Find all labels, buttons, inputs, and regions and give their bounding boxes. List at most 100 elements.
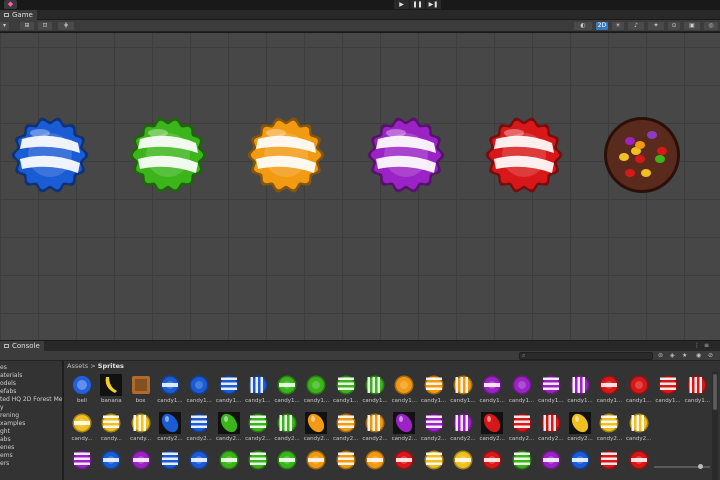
hand-tool-button[interactable]: ▾ [0, 22, 9, 30]
asset-thumbnail[interactable] [481, 449, 503, 471]
asset-thumbnail[interactable] [218, 374, 240, 396]
filter-icon[interactable]: ⊜ [658, 352, 663, 359]
tree-item[interactable]: ems [0, 452, 13, 460]
tree-item[interactable]: abs [0, 436, 11, 444]
star-icon[interactable]: ★ [682, 352, 687, 359]
tree-item[interactable]: enes [0, 444, 14, 452]
asset-thumbnail[interactable] [218, 449, 240, 471]
step-button[interactable]: ▶❚ [426, 0, 441, 9]
breadcrumb-current[interactable]: Sprites [98, 362, 124, 370]
asset-thumbnail[interactable] [540, 449, 562, 471]
rotate-tool-button[interactable]: ⊡ [38, 22, 52, 30]
asset-thumbnail[interactable] [130, 412, 152, 434]
asset-thumbnail[interactable] [393, 449, 415, 471]
asset-thumbnail[interactable] [569, 412, 592, 434]
tree-item[interactable]: rening [0, 412, 19, 420]
tree-item[interactable]: efabs [0, 388, 16, 396]
asset-thumbnail[interactable] [71, 449, 93, 471]
asset-scrollbar[interactable] [712, 372, 718, 480]
asset-thumbnail[interactable] [305, 412, 328, 434]
asset-thumbnail[interactable] [335, 374, 357, 396]
gizmos-dropdown[interactable]: ◎ [704, 22, 718, 30]
asset-thumbnail[interactable] [569, 374, 591, 396]
tree-item[interactable]: ted HQ 2D Forest Med [0, 396, 62, 404]
asset-thumbnail[interactable] [71, 374, 93, 396]
gizmo-icon[interactable]: ⊙ [668, 22, 680, 30]
asset-thumbnail[interactable] [540, 374, 562, 396]
lighting-icon[interactable]: ☀ [612, 22, 624, 30]
asset-thumbnail[interactable] [247, 374, 269, 396]
asset-thumbnail[interactable] [511, 449, 533, 471]
asset-thumbnail[interactable] [686, 374, 708, 396]
asset-thumbnail[interactable] [276, 449, 298, 471]
scrollbar-thumb[interactable] [713, 374, 717, 410]
asset-thumbnail[interactable] [100, 412, 122, 434]
asset-thumbnail[interactable] [335, 449, 357, 471]
eye-icon[interactable]: ◉ [696, 352, 701, 359]
tree-item[interactable]: y [0, 404, 4, 412]
asset-thumbnail[interactable] [628, 449, 650, 471]
asset-thumbnail[interactable] [598, 374, 620, 396]
asset-thumbnail[interactable] [100, 374, 123, 396]
asset-thumbnail[interactable] [130, 449, 152, 471]
asset-thumbnail[interactable] [71, 412, 93, 434]
tree-item[interactable]: aterials [0, 372, 22, 380]
scene-candy-purple[interactable] [367, 117, 445, 193]
pause-button[interactable]: ❚❚ [410, 0, 425, 9]
asset-thumbnail[interactable] [276, 374, 298, 396]
asset-thumbnail[interactable] [188, 374, 210, 396]
asset-thumbnail[interactable] [335, 412, 357, 434]
asset-thumbnail[interactable] [598, 412, 620, 434]
scene-candy-chocolate[interactable] [604, 117, 680, 193]
asset-thumbnail[interactable] [481, 412, 504, 434]
asset-thumbnail[interactable] [423, 412, 445, 434]
tree-item[interactable]: odels [0, 380, 16, 388]
asset-thumbnail[interactable] [305, 449, 327, 471]
scene-candy-red[interactable] [485, 117, 563, 193]
tree-item[interactable]: xamples [0, 420, 25, 428]
draw-mode-button[interactable]: ◐ [574, 22, 592, 30]
asset-thumbnail[interactable] [569, 449, 591, 471]
asset-thumbnail[interactable] [188, 412, 210, 434]
asset-thumbnail[interactable] [657, 374, 679, 396]
asset-thumbnail[interactable] [159, 374, 181, 396]
scene-candy-green[interactable] [129, 117, 207, 193]
slider-knob[interactable] [698, 464, 703, 469]
scene-view[interactable] [0, 33, 720, 340]
asset-thumbnail[interactable] [628, 412, 650, 434]
audio-icon[interactable]: ♪ [628, 22, 644, 30]
tab-game[interactable]: Game [0, 10, 37, 20]
label-icon[interactable]: ◈ [670, 352, 675, 359]
asset-thumbnail[interactable] [158, 412, 181, 434]
menu-icon[interactable]: ≡ [704, 342, 709, 349]
grid-snap-button[interactable]: ⋕ [58, 22, 74, 30]
effects-icon[interactable]: ✦ [648, 22, 664, 30]
thumbnail-size-slider[interactable] [654, 464, 710, 469]
play-button[interactable]: ▶ [394, 0, 409, 9]
asset-thumbnail[interactable] [364, 412, 386, 434]
scene-candy-orange[interactable] [247, 117, 325, 193]
asset-thumbnail[interactable] [393, 412, 416, 434]
asset-thumbnail[interactable] [452, 412, 474, 434]
tab-console[interactable]: Console [0, 341, 44, 351]
asset-thumbnail[interactable] [481, 374, 503, 396]
asset-thumbnail[interactable] [452, 374, 474, 396]
search-input[interactable]: ⌕ [519, 352, 653, 360]
asset-thumbnail[interactable] [598, 449, 620, 471]
move-tool-button[interactable]: ⊞ [20, 22, 34, 30]
asset-thumbnail[interactable] [452, 449, 474, 471]
asset-thumbnail[interactable] [276, 412, 298, 434]
tree-item[interactable]: ers [0, 460, 9, 468]
asset-thumbnail[interactable] [511, 412, 533, 434]
asset-thumbnail[interactable] [247, 449, 269, 471]
asset-thumbnail[interactable] [540, 412, 562, 434]
asset-thumbnail[interactable] [423, 374, 445, 396]
asset-thumbnail[interactable] [393, 374, 415, 396]
asset-thumbnail[interactable] [100, 449, 122, 471]
asset-thumbnail[interactable] [188, 449, 210, 471]
tree-item[interactable]: es [0, 364, 7, 372]
breadcrumb-root[interactable]: Assets [67, 362, 88, 370]
asset-thumbnail[interactable] [423, 449, 445, 471]
asset-thumbnail[interactable] [364, 374, 386, 396]
asset-thumbnail[interactable] [364, 449, 386, 471]
